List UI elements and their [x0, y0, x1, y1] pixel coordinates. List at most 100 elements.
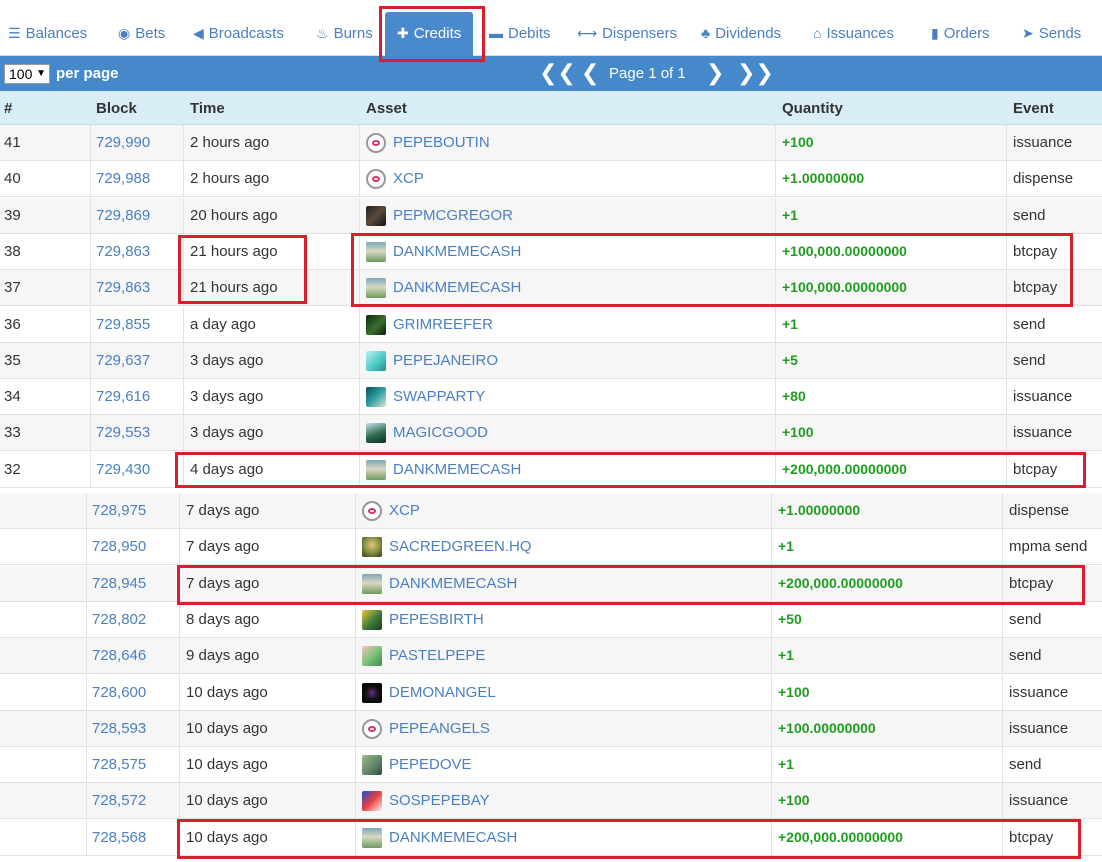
block-link[interactable]: 728,568	[92, 820, 146, 855]
column-divider	[179, 529, 180, 565]
col-header-time[interactable]: Time	[190, 100, 225, 117]
col-header-num[interactable]: #	[4, 100, 12, 117]
asset-link[interactable]: PEPESBIRTH	[389, 602, 484, 637]
column-divider	[359, 451, 360, 487]
block-link[interactable]: 729,869	[96, 198, 150, 233]
quantity-value: +200,000.00000000	[782, 460, 907, 477]
col-header-asset[interactable]: Asset	[366, 100, 407, 117]
column-divider	[775, 306, 776, 342]
block-link[interactable]: 729,637	[96, 343, 150, 378]
table-row: 728,593 10 days ago PEPEANGELS +100.0000000…	[0, 710, 1102, 747]
tab-label: Broadcasts	[208, 25, 284, 42]
tab-broadcasts[interactable]: ◀ Broadcasts	[193, 13, 284, 53]
col-header-block[interactable]: Block	[96, 100, 137, 117]
asset-link[interactable]: GRIMREEFER	[393, 307, 493, 342]
asset-link[interactable]: SACREDGREEN.HQ	[389, 529, 532, 564]
tab-label: Sends	[1038, 25, 1082, 42]
prev-page-icon[interactable]: ❮	[581, 61, 599, 85]
minus-icon: ▬	[489, 25, 503, 41]
column-divider	[1002, 783, 1003, 819]
column-divider	[179, 638, 180, 674]
asset-link[interactable]: PEPEANGELS	[389, 711, 490, 746]
col-header-event[interactable]: Event	[1013, 100, 1054, 117]
asset-link[interactable]: PASTELPEPE	[389, 638, 485, 673]
asset-link[interactable]: PEPEDOVE	[389, 747, 472, 782]
asset-link[interactable]: XCP	[393, 161, 424, 196]
block-link[interactable]: 728,600	[92, 675, 146, 710]
column-divider	[90, 125, 91, 160]
column-divider	[1006, 306, 1007, 342]
block-link[interactable]: 729,430	[96, 452, 150, 487]
table-row: 728,975 7 days ago XCP +1.00000000 dispense	[0, 493, 1102, 529]
column-divider	[179, 747, 180, 783]
quantity-value: +100,000.00000000	[782, 279, 907, 296]
column-divider	[90, 270, 91, 306]
col-header-quantity[interactable]: Quantity	[782, 100, 843, 117]
block-link[interactable]: 729,855	[96, 307, 150, 342]
asset-icon	[366, 314, 386, 335]
block-link[interactable]: 728,572	[92, 783, 146, 818]
column-divider	[86, 493, 87, 528]
block-link[interactable]: 728,945	[92, 566, 146, 601]
next-page-icon[interactable]: ❯	[706, 61, 724, 85]
column-divider	[183, 342, 184, 378]
asset-icon	[362, 755, 382, 776]
tab-issuances[interactable]: ⌂ Issuances	[813, 13, 894, 53]
column-divider	[355, 747, 356, 783]
block-link[interactable]: 728,802	[92, 602, 146, 637]
block-link[interactable]: 728,646	[92, 638, 146, 673]
block-link[interactable]: 728,950	[92, 529, 146, 564]
last-page-icon[interactable]: ❯❯	[737, 61, 774, 85]
quantity-value: +5	[782, 351, 798, 368]
block-link[interactable]: 728,975	[92, 493, 146, 528]
asset-link[interactable]: DANKMEMECASH	[393, 270, 521, 305]
asset-link[interactable]: DANKMEMECASH	[389, 820, 517, 855]
block-link[interactable]: 729,553	[96, 415, 150, 450]
asset-link[interactable]: DANKMEMECASH	[389, 566, 517, 601]
per-page-select[interactable]: 100 ▼	[4, 64, 50, 84]
event-type: btcpay	[1009, 574, 1054, 592]
block-link[interactable]: 729,988	[96, 161, 150, 196]
column-divider	[355, 638, 356, 674]
block-link[interactable]: 729,863	[96, 234, 150, 269]
block-link[interactable]: 729,990	[96, 125, 150, 160]
asset-link[interactable]: SOSPEPEBAY	[389, 783, 490, 818]
event-type: dispense	[1009, 502, 1070, 519]
quantity-value: +200,000.00000000	[778, 574, 903, 591]
tab-dividends[interactable]: ♣ Dividends	[701, 13, 781, 53]
block-link[interactable]: 728,575	[92, 747, 146, 782]
time-ago: 21 hours ago	[190, 242, 278, 260]
asset-link[interactable]: SWAPPARTY	[393, 379, 485, 414]
asset-icon	[362, 609, 382, 630]
table-row: 34 729,616 3 days ago SWAPPARTY +80 issuance	[0, 379, 1102, 416]
quantity-value: +1.00000000	[782, 170, 865, 187]
event-type: issuance	[1009, 719, 1069, 737]
column-divider	[179, 493, 180, 528]
tab-sends[interactable]: ➤ Sends	[1022, 13, 1081, 53]
block-link[interactable]: 729,863	[96, 270, 150, 305]
column-divider	[90, 415, 91, 451]
column-divider	[359, 233, 360, 269]
asset-link[interactable]: DANKMEMECASH	[393, 452, 521, 487]
block-link[interactable]: 728,593	[92, 711, 146, 746]
asset-link[interactable]: XCP	[389, 493, 420, 528]
first-page-icon[interactable]: ❮❮	[539, 61, 576, 85]
column-divider	[179, 819, 180, 855]
tab-debits[interactable]: ▬ Debits	[489, 13, 551, 53]
tab-burns[interactable]: ♨ Burns	[316, 13, 373, 53]
tab-balances[interactable]: ☰ Balances	[8, 13, 87, 53]
time-ago: 10 days ago	[186, 719, 268, 737]
tab-dispensers[interactable]: ⟷ Dispensers	[577, 13, 677, 53]
quantity-value: +1.00000000	[778, 502, 861, 518]
asset-link[interactable]: DEMONANGEL	[389, 675, 496, 710]
tab-credits[interactable]: ✚ Credits	[385, 12, 474, 56]
asset-link[interactable]: PEPEBOUTIN	[393, 125, 490, 160]
asset-link[interactable]: PEPEJANEIRO	[393, 343, 498, 378]
tab-orders[interactable]: ▮ Orders	[931, 13, 990, 53]
block-link[interactable]: 729,616	[96, 379, 150, 414]
asset-link[interactable]: DANKMEMECASH	[393, 234, 521, 269]
tab-bets[interactable]: ◉ Bets	[118, 13, 165, 53]
asset-link[interactable]: PEPMCGREGOR	[393, 198, 513, 233]
table-row: 41 729,990 2 hours ago PEPEBOUTIN +100 issuan…	[0, 125, 1102, 161]
asset-link[interactable]: MAGICGOOD	[393, 415, 488, 450]
